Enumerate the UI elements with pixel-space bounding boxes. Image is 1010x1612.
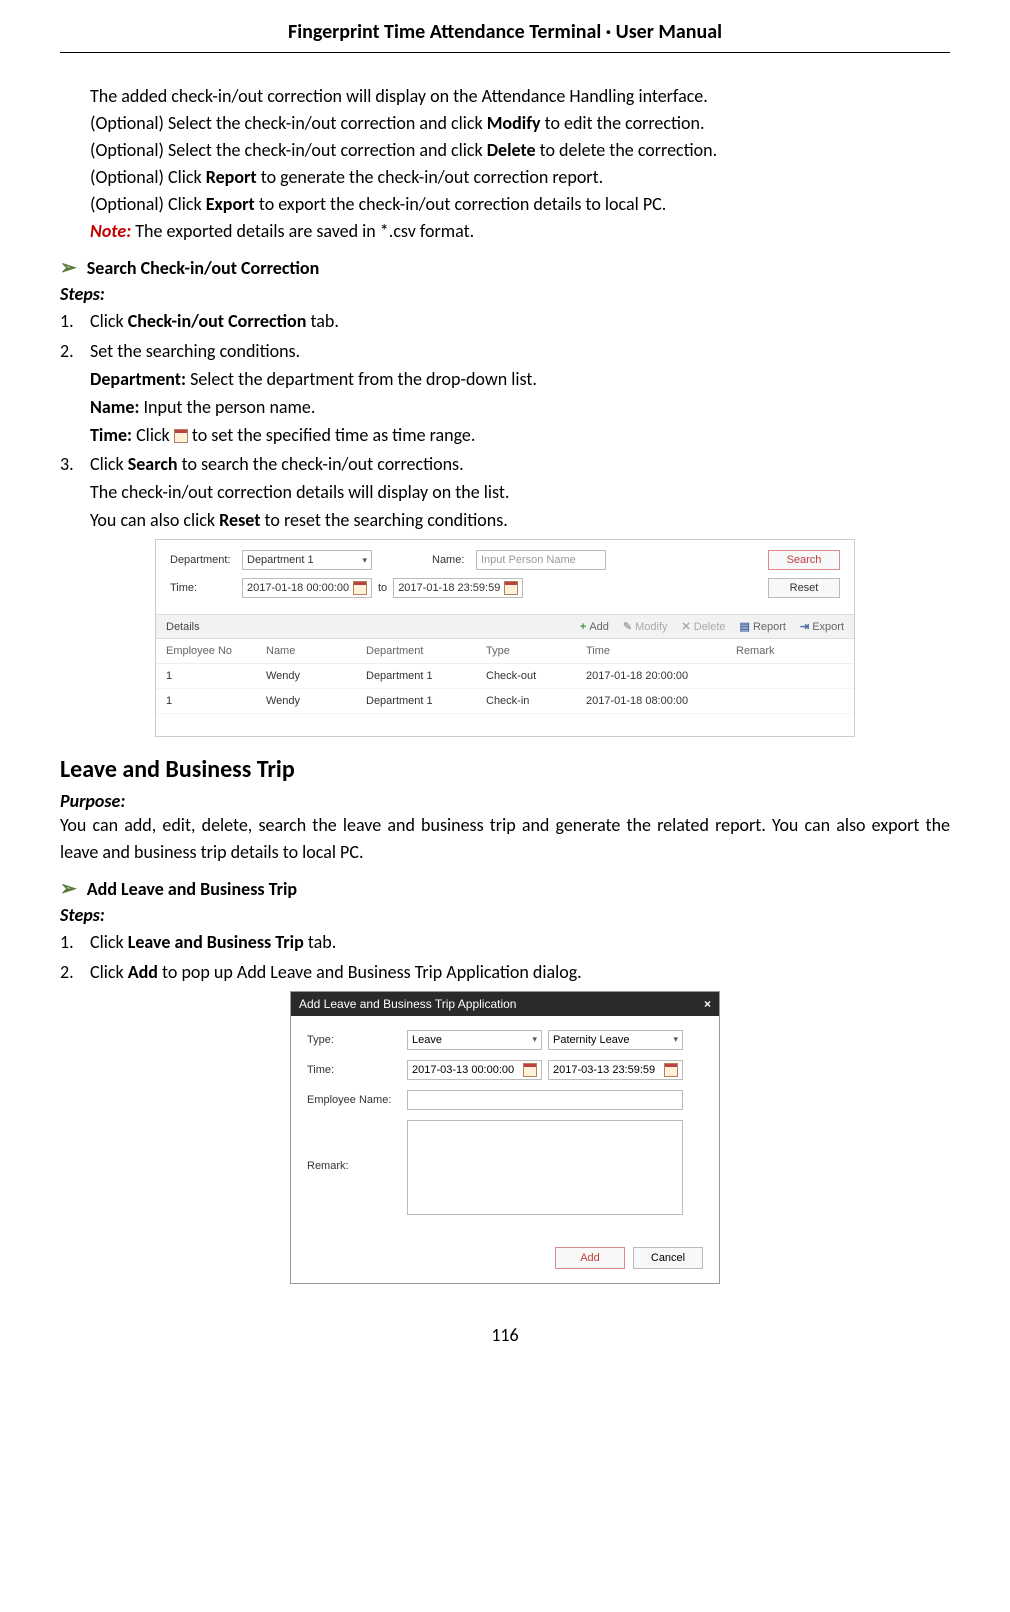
add-leave-heading: ➢ Add Leave and Business Trip — [60, 876, 950, 901]
export-button[interactable]: ⇥Export — [800, 620, 844, 633]
search-panel-screenshot: Department: Department 1▾ Name: Input Pe… — [155, 539, 855, 737]
page-number: 116 — [60, 1324, 950, 1346]
table-header: Employee No Name Department Type Time Re… — [156, 639, 854, 664]
dialog-titlebar: Add Leave and Business Trip Application … — [291, 992, 719, 1016]
add-button[interactable]: Add — [555, 1247, 625, 1269]
time-from-input[interactable]: 2017-03-13 00:00:00 — [407, 1060, 542, 1080]
search-heading: ➢ Search Check-in/out Correction — [60, 255, 950, 280]
list-item: 1. Click Leave and Business Trip tab. — [60, 929, 950, 957]
close-icon[interactable]: × — [704, 997, 711, 1011]
col-header[interactable]: Department — [366, 645, 486, 657]
dialog-title: Add Leave and Business Trip Application — [299, 997, 516, 1011]
leave-heading: Leave and Business Trip — [60, 755, 950, 784]
page-header: Fingerprint Time Attendance Terminal · U… — [60, 20, 950, 53]
intro-line: (Optional) Click Report to generate the … — [90, 164, 950, 191]
time-label: Time: — [170, 582, 242, 594]
plus-icon: + — [580, 621, 586, 633]
chevron-icon: ➢ — [60, 876, 77, 901]
department-select[interactable]: Department 1▾ — [242, 550, 372, 570]
subtype-select[interactable]: Paternity Leave▾ — [548, 1030, 683, 1050]
steps-label: Steps: — [60, 283, 950, 305]
chevron-down-icon: ▾ — [673, 1034, 678, 1045]
table-row[interactable]: 1 Wendy Department 1 Check-in 2017-01-18… — [156, 689, 854, 714]
calendar-icon[interactable] — [504, 581, 518, 595]
search-button[interactable]: Search — [768, 550, 840, 570]
delete-button[interactable]: ✕Delete — [682, 620, 726, 633]
chevron-down-icon: ▾ — [532, 1034, 537, 1045]
intro-line: The added check-in/out correction will d… — [90, 83, 950, 110]
remark-textarea[interactable] — [407, 1120, 683, 1215]
time-to-input[interactable]: 2017-03-13 23:59:59 — [548, 1060, 683, 1080]
time-to-input[interactable]: 2017-01-18 23:59:59 — [393, 578, 523, 598]
edit-icon: ✎ — [623, 620, 632, 633]
col-header[interactable]: Employee No — [166, 645, 266, 657]
col-header[interactable]: Time — [586, 645, 736, 657]
list-item: 2. Click Add to pop up Add Leave and Bus… — [60, 959, 950, 987]
report-icon: ▤ — [740, 620, 750, 633]
calendar-icon — [174, 429, 188, 443]
export-icon: ⇥ — [800, 620, 809, 633]
delete-icon: ✕ — [682, 620, 691, 633]
purpose-body: You can add, edit, delete, search the le… — [60, 812, 950, 866]
details-title: Details — [166, 621, 566, 633]
department-label: Department: — [170, 554, 242, 566]
report-button[interactable]: ▤Report — [740, 620, 786, 633]
table-row[interactable]: 1 Wendy Department 1 Check-out 2017-01-1… — [156, 664, 854, 689]
employee-name-label: Employee Name: — [307, 1094, 407, 1106]
note-label: Note: — [90, 220, 131, 242]
calendar-icon[interactable] — [523, 1063, 537, 1077]
intro-note: Note: The exported details are saved in … — [90, 218, 950, 245]
search-steps-list: 1. Click Check-in/out Correction tab. 2.… — [60, 308, 950, 535]
time-label: Time: — [307, 1064, 407, 1076]
intro-block: The added check-in/out correction will d… — [90, 83, 950, 245]
intro-line: (Optional) Click Export to export the ch… — [90, 191, 950, 218]
col-header[interactable]: Type — [486, 645, 586, 657]
type-select[interactable]: Leave▾ — [407, 1030, 542, 1050]
intro-line: (Optional) Select the check-in/out corre… — [90, 110, 950, 137]
cancel-button[interactable]: Cancel — [633, 1247, 703, 1269]
list-item: 2. Set the searching conditions. Departm… — [60, 338, 950, 450]
chevron-down-icon: ▾ — [362, 555, 367, 566]
name-input[interactable]: Input Person Name — [476, 550, 606, 570]
add-button[interactable]: +Add — [580, 621, 609, 633]
name-label: Name: — [432, 554, 476, 566]
reset-button[interactable]: Reset — [768, 578, 840, 598]
col-header[interactable]: Name — [266, 645, 366, 657]
col-header[interactable]: Remark — [736, 645, 844, 657]
leave-steps-list: 1. Click Leave and Business Trip tab. 2.… — [60, 929, 950, 987]
steps-label: Steps: — [60, 904, 950, 926]
chevron-icon: ➢ — [60, 255, 77, 280]
intro-line: (Optional) Select the check-in/out corre… — [90, 137, 950, 164]
table-blank-row — [156, 714, 854, 736]
purpose-label: Purpose: — [60, 790, 950, 812]
type-label: Type: — [307, 1034, 407, 1046]
time-from-input[interactable]: 2017-01-18 00:00:00 — [242, 578, 372, 598]
list-item: 1. Click Check-in/out Correction tab. — [60, 308, 950, 336]
modify-button[interactable]: ✎Modify — [623, 620, 668, 633]
list-item: 3. Click Search to search the check-in/o… — [60, 451, 950, 535]
remark-label: Remark: — [307, 1120, 407, 1172]
calendar-icon[interactable] — [664, 1063, 678, 1077]
add-leave-dialog: Add Leave and Business Trip Application … — [290, 991, 720, 1284]
employee-name-input[interactable] — [407, 1090, 683, 1110]
time-separator: to — [378, 582, 387, 594]
calendar-icon[interactable] — [353, 581, 367, 595]
